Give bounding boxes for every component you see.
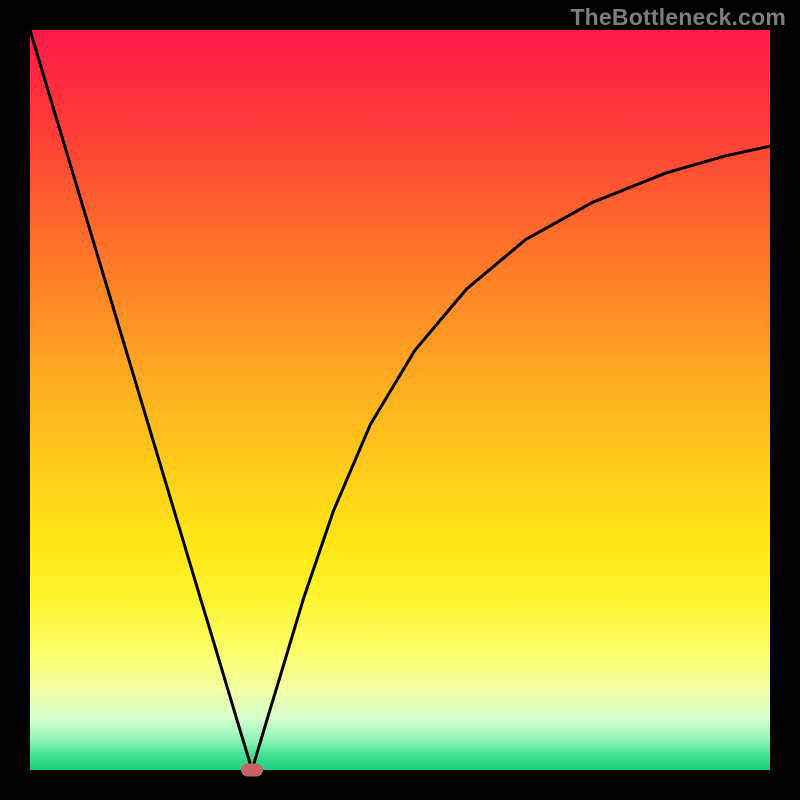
optimal-point-marker [241, 764, 263, 777]
bottleneck-curve [30, 30, 770, 770]
chart-frame: TheBottleneck.com [0, 0, 800, 800]
plot-area [30, 30, 770, 770]
watermark-text: TheBottleneck.com [570, 4, 786, 31]
